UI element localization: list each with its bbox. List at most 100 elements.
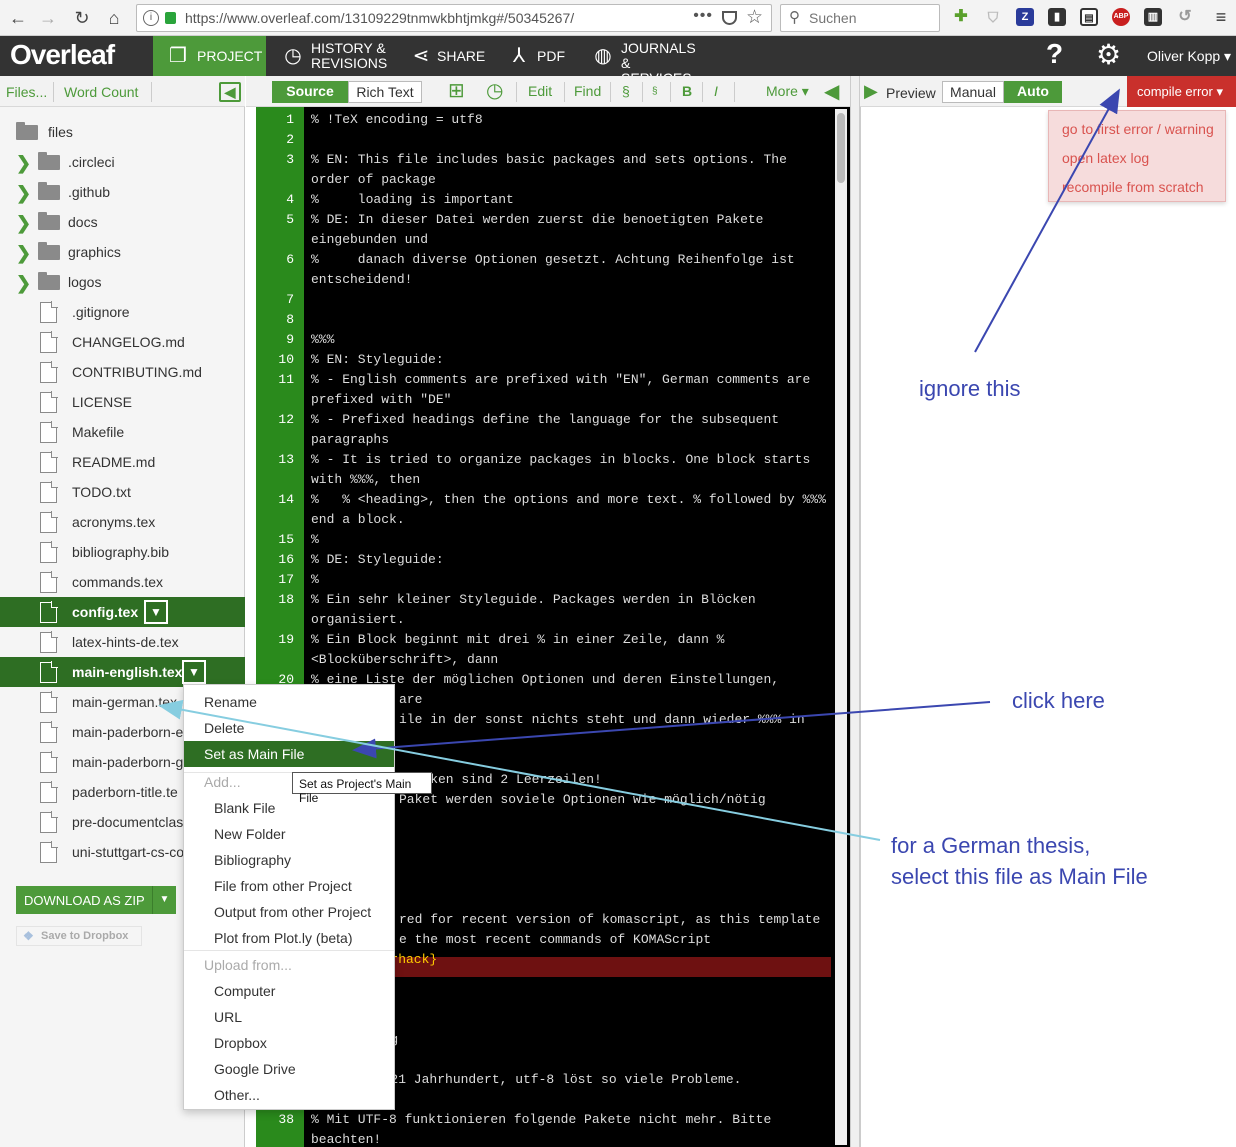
- chevron-right-icon[interactable]: ❯: [16, 273, 31, 294]
- plotly-item[interactable]: Plot from Plot.ly (beta): [184, 925, 394, 951]
- recompile-from-scratch-item[interactable]: recompile from scratch: [1062, 179, 1204, 195]
- folder-item[interactable]: ❯ logos: [0, 267, 245, 297]
- file-item[interactable]: commands.tex: [0, 567, 245, 597]
- pocket-icon[interactable]: [722, 11, 737, 25]
- share-tab[interactable]: ⋖ SHARE: [410, 36, 490, 76]
- manual-compile-button[interactable]: Manual: [942, 81, 1004, 103]
- file-item[interactable]: Makefile: [0, 417, 245, 447]
- user-menu[interactable]: Oliver Kopp ▾: [1147, 48, 1231, 65]
- auto-compile-button[interactable]: Auto: [1004, 81, 1062, 103]
- sync-icon[interactable]: ↺: [1176, 8, 1194, 26]
- chevron-right-icon[interactable]: ❯: [16, 153, 31, 174]
- file-item[interactable]: bibliography.bib: [0, 537, 245, 567]
- play-icon[interactable]: ▶: [864, 81, 878, 102]
- scrollbar-thumb[interactable]: [837, 113, 845, 183]
- chevron-right-icon[interactable]: ❯: [16, 243, 31, 264]
- save-to-dropbox-button[interactable]: ❖ Save to Dropbox: [16, 926, 142, 946]
- add-comment-icon[interactable]: ⊞: [448, 78, 465, 103]
- file-item[interactable]: CONTRIBUTING.md: [0, 357, 245, 387]
- folder-item[interactable]: ❯ docs: [0, 207, 245, 237]
- rich-text-mode-button[interactable]: Rich Text: [348, 81, 422, 103]
- set-main-file-item[interactable]: Set as Main File: [184, 741, 394, 767]
- root-folder[interactable]: files: [0, 117, 245, 147]
- library-icon[interactable]: ▥: [1144, 8, 1162, 26]
- zotero-icon[interactable]: Z: [1016, 8, 1034, 26]
- hamburger-menu-icon[interactable]: ≡: [1212, 8, 1230, 26]
- file-item[interactable]: .gitignore: [0, 297, 245, 327]
- pane-divider[interactable]: [850, 76, 860, 1147]
- reload-icon[interactable]: ↻: [70, 6, 94, 30]
- browser-search-box[interactable]: ⚲: [780, 4, 940, 32]
- go-to-first-error-item[interactable]: go to first error / warning: [1062, 121, 1214, 137]
- file-item[interactable]: config.tex ▼: [0, 597, 245, 627]
- file-from-project-item[interactable]: File from other Project: [184, 873, 394, 899]
- section-button[interactable]: §: [622, 83, 630, 99]
- delete-item[interactable]: Delete: [184, 715, 394, 741]
- rename-item[interactable]: Rename: [184, 689, 394, 715]
- bookmark-extension-icon[interactable]: ▮: [1048, 8, 1066, 26]
- new-folder-item[interactable]: New Folder: [184, 821, 394, 847]
- files-menu-button[interactable]: Files...: [6, 84, 47, 100]
- italic-button[interactable]: I: [714, 83, 718, 99]
- file-item[interactable]: README.md: [0, 447, 245, 477]
- output-from-project-item[interactable]: Output from other Project: [184, 899, 394, 925]
- folder-item[interactable]: ❯ .github: [0, 177, 245, 207]
- back-arrow-icon[interactable]: ←: [6, 6, 30, 30]
- editor-scrollbar[interactable]: [835, 109, 847, 1145]
- source-mode-button[interactable]: Source: [272, 81, 348, 103]
- search-input[interactable]: [809, 9, 933, 27]
- open-latex-log-item[interactable]: open latex log: [1062, 150, 1149, 166]
- history-tab[interactable]: ◷ HISTORY & REVISIONS: [282, 36, 392, 76]
- folder-item[interactable]: ❯ graphics: [0, 237, 245, 267]
- file-item[interactable]: TODO.txt: [0, 477, 245, 507]
- gear-icon[interactable]: ⚙: [1096, 38, 1121, 71]
- file-item[interactable]: CHANGELOG.md: [0, 327, 245, 357]
- dropbox-item[interactable]: Dropbox: [184, 1030, 394, 1056]
- help-icon[interactable]: ?: [1046, 38, 1063, 70]
- home-icon[interactable]: ⌂: [102, 6, 126, 30]
- journals-tab[interactable]: ◍ JOURNALS& SERVICES: [592, 36, 702, 86]
- file-menu-toggle-icon[interactable]: ▼: [144, 600, 168, 624]
- project-tab[interactable]: ❐ PROJECT: [153, 36, 266, 76]
- other-item[interactable]: Other...: [184, 1082, 394, 1108]
- bookmark-star-icon[interactable]: ☆: [746, 6, 763, 29]
- subsection-button[interactable]: §: [652, 86, 658, 97]
- page-actions-icon[interactable]: •••: [693, 7, 713, 25]
- file-item[interactable]: acronyms.tex: [0, 507, 245, 537]
- folder-item[interactable]: ❯ .circleci: [0, 147, 245, 177]
- chevron-down-icon[interactable]: ▼: [152, 886, 176, 914]
- shield-extension-icon[interactable]: ⛉: [984, 8, 1002, 26]
- chevron-right-icon[interactable]: ❯: [16, 183, 31, 204]
- bibliography-item[interactable]: Bibliography: [184, 847, 394, 873]
- history-icon[interactable]: ◷: [486, 78, 503, 103]
- collapse-panel-icon[interactable]: ◀: [219, 82, 241, 102]
- code-line: % danach diverse Optionen gesetzt. Achtu…: [311, 252, 803, 287]
- split-view-arrow-icon[interactable]: ◀: [824, 79, 839, 104]
- overleaf-logo[interactable]: Overleaf: [10, 39, 115, 71]
- download-zip-button[interactable]: DOWNLOAD AS ZIP ▼: [16, 886, 176, 914]
- adblock-icon[interactable]: ABP: [1112, 8, 1130, 26]
- reader-view-icon[interactable]: ▤: [1080, 8, 1098, 26]
- word-count-button[interactable]: Word Count: [64, 84, 138, 100]
- google-drive-item[interactable]: Google Drive: [184, 1056, 394, 1082]
- file-item[interactable]: main-english.tex ▼: [0, 657, 245, 687]
- forward-arrow-icon[interactable]: →: [36, 6, 60, 30]
- find-button[interactable]: Find: [574, 83, 601, 99]
- file-menu-toggle-icon[interactable]: ▼: [182, 660, 206, 684]
- more-menu-button[interactable]: More ▾: [766, 83, 809, 100]
- puzzle-extension-icon[interactable]: ✚: [952, 8, 970, 26]
- chevron-right-icon[interactable]: ❯: [16, 213, 31, 234]
- edit-button[interactable]: Edit: [528, 83, 552, 99]
- url-text[interactable]: https://www.overleaf.com/13109229tnmwkbh…: [185, 10, 574, 26]
- compile-error-button[interactable]: compile error ▾: [1127, 76, 1236, 107]
- url-bar[interactable]: i https://www.overleaf.com/13109229tnmwk…: [136, 4, 772, 32]
- info-icon[interactable]: i: [143, 10, 159, 26]
- bold-button[interactable]: B: [682, 83, 692, 99]
- preview-button[interactable]: Preview: [886, 85, 936, 101]
- computer-item[interactable]: Computer: [184, 978, 394, 1004]
- url-item[interactable]: URL: [184, 1004, 394, 1030]
- pdf-tab[interactable]: ⅄ PDF: [508, 36, 578, 76]
- file-item[interactable]: latex-hints-de.tex: [0, 627, 245, 657]
- code-line: % EN: This file includes basic packages …: [311, 152, 795, 187]
- file-item[interactable]: LICENSE: [0, 387, 245, 417]
